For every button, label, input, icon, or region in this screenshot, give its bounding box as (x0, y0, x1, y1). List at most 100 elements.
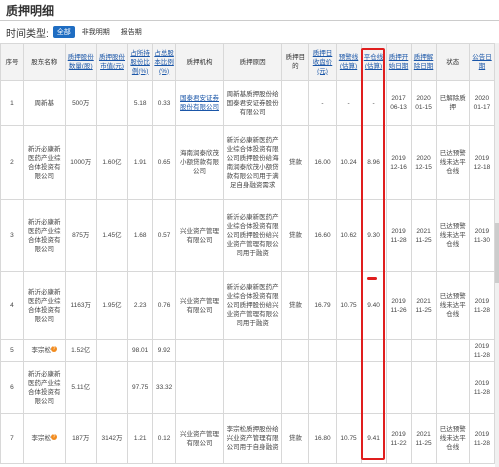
cell-pledge-value: 1.45亿 (95, 199, 129, 272)
vertical-scrollbar[interactable] (495, 43, 499, 467)
cell-start-date: 2019 11-26 (385, 271, 412, 340)
header-total-ratio[interactable]: 占总股本比例(%) (152, 43, 177, 81)
cell-warning-line: 10.75 (335, 413, 362, 464)
cell-total-ratio: 0.76 (152, 271, 177, 340)
header-pledge-shares[interactable]: 质押股份数量(股) (64, 43, 97, 81)
cell-status: 已解除质押 (435, 80, 470, 126)
info-badge-icon[interactable]: ? (51, 434, 58, 440)
cell-announce-date: 2019 11-28 (468, 271, 496, 340)
cell-held-ratio: 1.68 (127, 199, 154, 272)
header-release-date[interactable]: 质押解除日期 (410, 43, 437, 81)
cell-pledgee: 海南润泰欣茂小额贷款有限公司 (175, 125, 224, 200)
cell-warning-line (335, 339, 362, 362)
header-warning-line[interactable]: 预警线(估算) (335, 43, 362, 81)
cell-warning-line: - (335, 80, 362, 126)
cell-release-date: 2021 11-25 (410, 413, 437, 464)
cell-total-ratio: 33.32 (152, 361, 177, 414)
header-pledgee: 质押机构 (175, 43, 224, 81)
cell-pledgee (175, 361, 224, 414)
cell-status: 已达预警线未达平仓线 (435, 271, 470, 340)
header-liquidation-line[interactable]: 平仓线(估算) (360, 43, 387, 81)
cell-start-date: 2019 12-16 (385, 125, 412, 200)
cell-purpose (281, 339, 310, 362)
section-header: 质押明细 (0, 0, 499, 21)
cell-shareholder: 新沂必康新医药产业综合体投资有限公司 (22, 125, 66, 200)
header-pledge-value[interactable]: 质押股份市值(元) (95, 43, 129, 81)
header-index: 序号 (0, 43, 24, 81)
cell-purpose: 贷款 (281, 125, 310, 200)
cell-pledgee-link[interactable]: 国泰君安证券股份有限公司 (175, 80, 224, 126)
cell-reason: 新沂必康新医药产业综合体投资有限公司质押股份给兴业资产管理有限公司用于融资 (222, 199, 283, 272)
cell-pledgee: 兴业资产管理有限公司 (175, 271, 224, 340)
cell-status (435, 339, 470, 362)
cell-liquidation-line: 9.30 (360, 199, 387, 272)
scrollbar-thumb[interactable] (495, 223, 499, 283)
cell-pledge-shares: 500万 (64, 80, 97, 126)
cell-index: 5 (0, 339, 24, 362)
filter-option-non-report[interactable]: 非我明期 (78, 26, 114, 38)
cell-purpose (281, 80, 310, 126)
cell-close-price: 16.60 (308, 199, 337, 272)
cell-pledge-shares: 1.52亿 (64, 339, 97, 362)
cell-reason: 周新基质押股份给国泰君安证券股份有限公司 (222, 80, 283, 126)
table-row: 6 新沂必康新医药产业综合体投资有限公司 5.11亿 97.75 33.32 2… (0, 361, 496, 414)
cell-index: 1 (0, 80, 24, 126)
table-row: 5 李宗松? 1.52亿 98.01 9.92 2019 11-28 (0, 339, 496, 362)
highlight-dash-mark (367, 277, 377, 280)
cell-index: 7 (0, 413, 24, 464)
cell-announce-date: 2019 11-30 (468, 199, 496, 272)
cell-announce-date: 2020 01-17 (468, 80, 496, 126)
table-row: 3 新沂必康新医药产业综合体投资有限公司 875万 1.45亿 1.68 0.5… (0, 199, 496, 272)
cell-start-date: 2019 11-22 (385, 413, 412, 464)
cell-reason: 新沂必康新医药产业综合体投资有限公司质押股份给海南润泰欣茂小额贷款有限公司用于满… (222, 125, 283, 200)
cell-shareholder: 新沂必康新医药产业综合体投资有限公司 (22, 361, 66, 414)
cell-purpose: 贷款 (281, 271, 310, 340)
cell-announce-date: 2019 12-18 (468, 125, 496, 200)
cell-release-date: 2020 01-15 (410, 80, 437, 126)
cell-pledgee: 兴业资产管理有限公司 (175, 413, 224, 464)
cell-total-ratio: 0.65 (152, 125, 177, 200)
header-purpose: 质押目的 (281, 43, 310, 81)
header-announce-date[interactable]: 公告日期 (468, 43, 496, 81)
cell-reason (222, 361, 283, 414)
shareholder-name[interactable]: 李宗松 (32, 347, 52, 354)
cell-liquidation-line (360, 339, 387, 362)
info-badge-icon[interactable]: ? (51, 346, 58, 352)
cell-start-date (385, 361, 412, 414)
cell-status: 已达预警线未达平仓线 (435, 413, 470, 464)
cell-release-date: 2020 12-15 (410, 125, 437, 200)
cell-start-date (385, 339, 412, 362)
cell-pledge-shares: 187万 (64, 413, 97, 464)
cell-liquidation-line: - (360, 80, 387, 126)
shareholder-name[interactable]: 李宗松 (32, 435, 52, 442)
header-held-ratio[interactable]: 占所持股份比例(%) (127, 43, 154, 81)
cell-close-price (308, 339, 337, 362)
filter-option-all[interactable]: 全部 (52, 26, 75, 38)
cell-pledge-shares: 5.11亿 (64, 361, 97, 414)
cell-close-price: - (308, 80, 337, 126)
table-row: 4 新沂必康新医药产业综合体投资有限公司 1163万 1.95亿 2.23 0.… (0, 271, 496, 340)
cell-liquidation-line: 8.96 (360, 125, 387, 200)
cell-total-ratio: 9.92 (152, 339, 177, 362)
cell-close-price: 16.79 (308, 271, 337, 340)
pledge-detail-table: 序号 股东名称 质押股份数量(股) 质押股份市值(元) 占所持股份比例(%) 占… (0, 43, 496, 464)
cell-pledge-value (95, 361, 129, 414)
cell-reason: 李宗松质押股份给兴业资产管理有限公司用于自身融资 (222, 413, 283, 464)
cell-shareholder: 李宗松? (22, 413, 66, 464)
header-start-date[interactable]: 质押开始日期 (385, 43, 412, 81)
cell-liquidation-line (360, 361, 387, 414)
header-status: 状态 (435, 43, 470, 81)
cell-held-ratio: 5.18 (127, 80, 154, 126)
cell-status: 已达预警线未达平仓线 (435, 125, 470, 200)
cell-shareholder: 新沂必康新医药产业综合体投资有限公司 (22, 199, 66, 272)
header-reason: 质押原因 (222, 43, 283, 81)
cell-pledgee: 兴业资产管理有限公司 (175, 199, 224, 272)
filter-option-report-period[interactable]: 报告期 (117, 26, 146, 38)
header-close-price[interactable]: 质押日收盘价(元) (308, 43, 337, 81)
header-shareholder: 股东名称 (22, 43, 66, 81)
cell-shareholder: 李宗松? (22, 339, 66, 362)
cell-pledge-value (95, 339, 129, 362)
cell-close-price (308, 361, 337, 414)
cell-release-date (410, 361, 437, 414)
table-header-row: 序号 股东名称 质押股份数量(股) 质押股份市值(元) 占所持股份比例(%) 占… (0, 43, 496, 81)
